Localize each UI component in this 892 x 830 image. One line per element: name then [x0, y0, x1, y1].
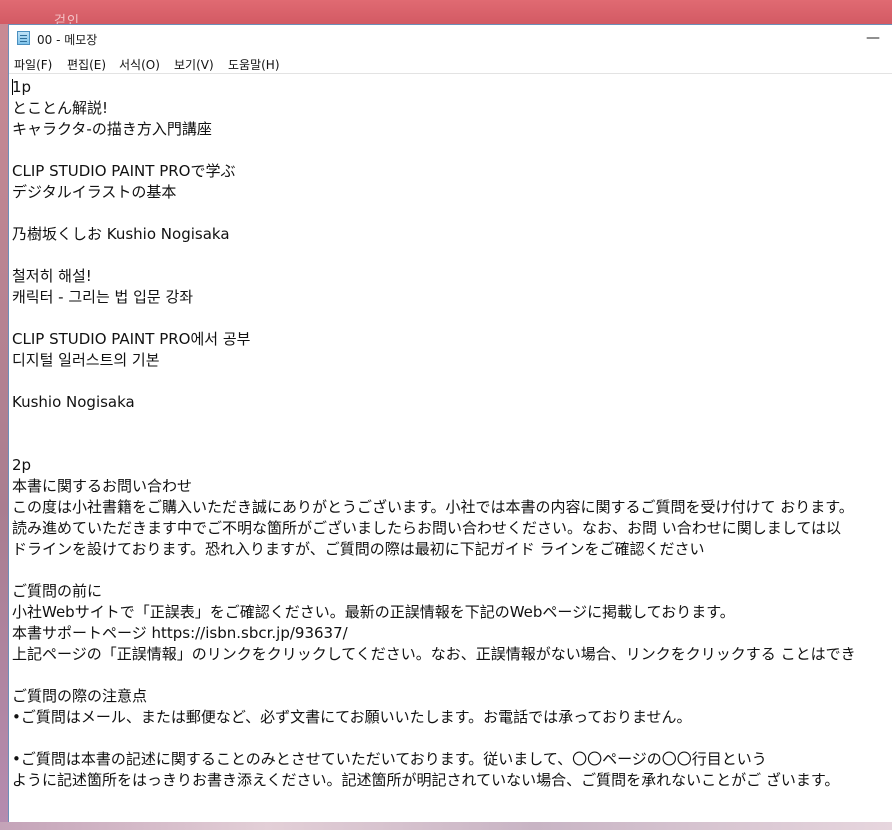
minimize-button[interactable]: — [862, 29, 884, 47]
document-line: CLIP STUDIO PAINT PRO에서 공부 [12, 330, 251, 348]
document-line: •ご質問は本書の記述に関することのみとさせていただいております。従いまして、〇〇… [12, 750, 767, 768]
title-bar[interactable]: 00 - 메모장 — [9, 25, 892, 51]
document-line: ご質問の際の注意点 [12, 687, 148, 705]
desktop-background-left [0, 24, 8, 830]
menu-file[interactable]: 파일(F) [14, 56, 52, 73]
document-line: ドラインを設けております。恐れ入りますが、ご質問の際は最初に下記ガイド ラインを… [12, 540, 705, 558]
document-line: •ご質問はメール、または郵便など、必ず文書にてお願いいたします。お電話では承って… [12, 708, 692, 726]
document-line: 上記ページの「正誤情報」のリンクをクリックしてください。なお、正誤情報がない場合… [12, 645, 856, 663]
desktop-background-strip: 걷인 [0, 0, 892, 29]
document-line: 本書に関するお問い合わせ [12, 477, 193, 495]
document-line: この度は小社書籍をご購入いただき誠にありがとうございます。小社では本書の内容に関… [12, 498, 854, 516]
notepad-window: 00 - 메모장 — 파일(F) 편집(E) 서식(O) 보기(V) 도움말(H… [8, 24, 892, 822]
document-line: 本書サポートページ https://isbn.sbcr.jp/93637/ [12, 624, 348, 642]
document-line: 読み進めていただきます中でご不明な箇所がございましたらお問い合わせください。なお… [12, 519, 842, 537]
notepad-icon [17, 31, 30, 45]
document-line: ご質問の前に [12, 582, 103, 600]
document-line: 2p [12, 456, 32, 474]
document-line: 철저히 해설! [12, 267, 92, 285]
document-line: 캐릭터 - 그리는 법 입문 강좌 [12, 288, 194, 306]
document-line: Kushio Nogisaka [12, 393, 135, 411]
desktop-background-bottom [0, 822, 892, 830]
menu-format[interactable]: 서식(O) [119, 56, 160, 73]
menu-help[interactable]: 도움말(H) [228, 56, 280, 73]
text-editor[interactable]: 1p とことん解説! キャラクタ-の描き方入門講座 CLIP STUDIO PAINT… [9, 73, 892, 822]
document-line: CLIP STUDIO PAINT PROで学ぶ [12, 162, 236, 180]
menu-edit[interactable]: 편집(E) [67, 56, 106, 73]
document-line: 乃樹坂くしお Kushio Nogisaka [12, 225, 230, 243]
document-line: デジタルイラストの基本 [12, 183, 177, 201]
document-line: 디지털 일러스트의 기본 [12, 351, 160, 369]
document-line: 1p [12, 78, 32, 96]
document-line: ように記述箇所をはっきりお書き添えください。記述箇所が明記されていない場合、ご質… [12, 771, 840, 789]
document-line: とことん解説! [12, 99, 109, 117]
window-title: 00 - 메모장 [37, 33, 98, 47]
document-line: 小社Webサイトで「正誤表」をご確認ください。最新の正誤情報を下記のWebページ… [12, 603, 735, 621]
menu-view[interactable]: 보기(V) [174, 56, 214, 73]
menu-bar: 파일(F) 편집(E) 서식(O) 보기(V) 도움말(H) [9, 53, 892, 73]
document-line: キャラクタ-の描き方入門講座 [12, 120, 212, 138]
